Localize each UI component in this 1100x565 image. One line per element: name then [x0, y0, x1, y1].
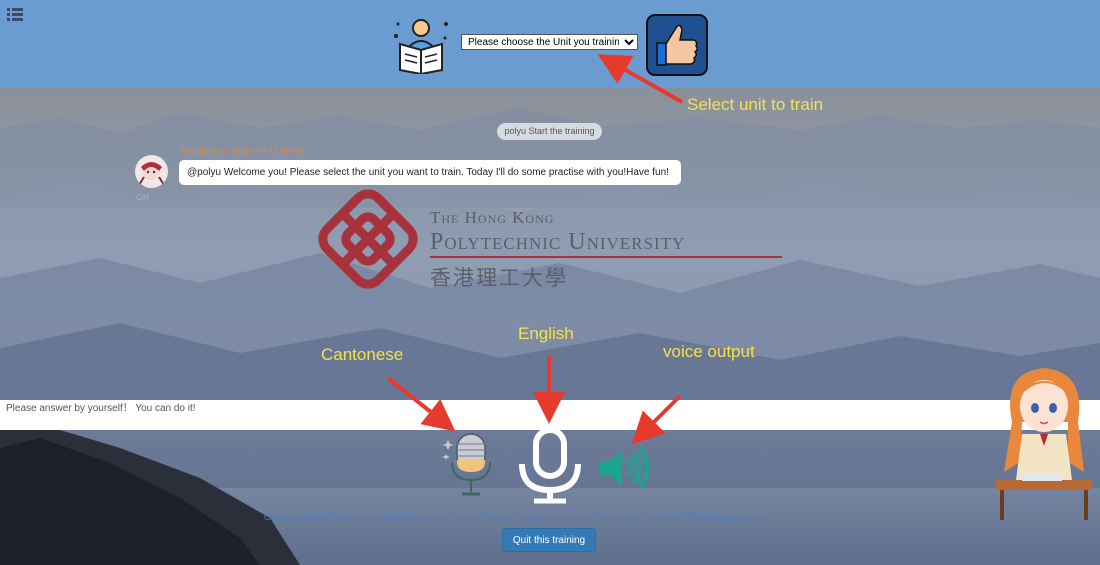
logo-line-3: 香港理工大學 — [430, 266, 568, 290]
logo-line-2: Polytechnic University — [430, 229, 782, 258]
annotation-english: English — [518, 324, 574, 343]
system-message: polyu Start the training — [497, 123, 602, 140]
chat-meta: Rongyong ⏲ 2021-07-11 20:06 — [180, 146, 304, 156]
anime-character-image — [996, 368, 1092, 520]
logo-line-1: The Hong Kong — [430, 208, 555, 227]
polyu-logo-mark — [318, 189, 418, 289]
thumbs-up-icon[interactable] — [646, 14, 708, 76]
vintage-microphone-icon[interactable] — [442, 432, 494, 502]
annotation-select-unit: Select unit to train — [687, 95, 824, 114]
avatar-image — [138, 162, 165, 186]
unit-select[interactable]: Please choose the Unit you training — [461, 34, 638, 50]
copyright-text: Copyright©2021 Polyu Social Media Analys… — [264, 512, 767, 522]
annotation-cantonese: Cantonese — [321, 345, 404, 364]
polyu-logo-text: The Hong Kong Polytechnic University 香港理… — [430, 208, 790, 298]
microphone-icon[interactable] — [512, 428, 588, 504]
chat-bubble: @polyu Welcome you! Please select the un… — [179, 160, 681, 185]
list-icon[interactable] — [7, 8, 23, 22]
avatar — [135, 155, 168, 188]
speaker-volume-icon[interactable] — [598, 447, 650, 489]
header-bar: Please choose the Unit you training — [0, 0, 1100, 88]
avatar-name: Girl — [136, 193, 149, 202]
person-reading-icon — [394, 19, 448, 74]
annotation-voice-output: voice output — [663, 342, 755, 361]
answer-input[interactable]: Please answer by yourself！ You can do it… — [0, 400, 1100, 430]
quit-training-button[interactable]: Quit this training — [502, 528, 596, 552]
